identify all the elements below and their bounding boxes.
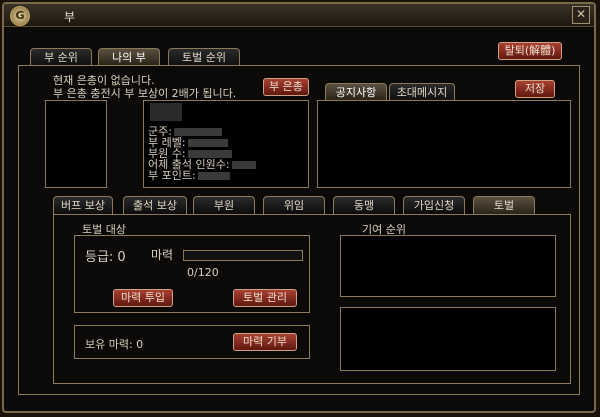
contribution-list-top xyxy=(340,235,556,297)
mana-donate-button[interactable]: 마력 기부 xyxy=(233,333,297,351)
tab-subjugation[interactable]: 토벌 xyxy=(473,196,535,214)
subjugation-manage-button[interactable]: 토벌 관리 xyxy=(233,289,297,307)
mana-value: 0/120 xyxy=(187,266,219,279)
tab-guild-ranking[interactable]: 부 순위 xyxy=(30,48,92,65)
mana-progress-bar xyxy=(183,250,303,261)
guild-grace-button[interactable]: 부 은총 xyxy=(263,78,309,96)
window-title: 부 xyxy=(64,10,76,24)
held-mana-box: 보유 마력: 0 마력 기부 xyxy=(74,325,310,359)
tab-join-requests[interactable]: 가입신청 xyxy=(403,196,465,214)
mana-investment-button[interactable]: 마력 투입 xyxy=(113,289,173,307)
tab-members[interactable]: 부원 xyxy=(193,196,255,214)
save-button[interactable]: 저장 xyxy=(515,80,555,98)
mana-label: 마력 xyxy=(151,248,174,262)
tab-delegation[interactable]: 위임 xyxy=(263,196,325,214)
tab-my-guild[interactable]: 나의 부 xyxy=(98,48,160,65)
tab-buff-reward[interactable]: 버프 보상 xyxy=(53,196,113,214)
contribution-list-bottom xyxy=(340,307,556,371)
window: G 부 ✕ 부 순위 나의 부 토벌 순위 탈퇴(解體) 현재 은총이 없습니다… xyxy=(2,2,596,413)
grade-label: 등급: 0 xyxy=(85,250,126,265)
tab-invite-message[interactable]: 초대메시지 xyxy=(389,83,455,100)
tab-alliance[interactable]: 동맹 xyxy=(333,196,395,214)
guild-emblem-box xyxy=(45,100,107,188)
held-mana-label: 보유 마력: 0 xyxy=(85,338,144,351)
game-logo-icon: G xyxy=(10,6,30,26)
tab-notice[interactable]: 공지사항 xyxy=(325,83,387,100)
guild-name-redacted xyxy=(150,103,182,121)
title-bar: G 부 ✕ xyxy=(4,4,594,27)
notice-text-area[interactable] xyxy=(317,100,571,188)
guild-points-label: 부 포인트: xyxy=(148,167,230,183)
close-icon[interactable]: ✕ xyxy=(572,6,590,24)
subjugation-panel: 토벌 대상 등급: 0 마력 0/120 마력 투입 토벌 관리 보유 마력: … xyxy=(53,214,571,384)
subjugation-target-box: 등급: 0 마력 0/120 마력 투입 토벌 관리 xyxy=(74,235,310,313)
grace-notice-line2: 부 은총 충전시 부 보상이 2배가 됩니다. xyxy=(53,87,237,100)
main-panel: 현재 은총이 없습니다. 부 은총 충전시 부 보상이 2배가 됩니다. 부 은… xyxy=(18,65,580,395)
tab-attendance-reward[interactable]: 출석 보상 xyxy=(123,196,187,214)
leave-guild-button[interactable]: 탈퇴(解體) xyxy=(498,42,562,60)
tab-subjugation-ranking[interactable]: 토벌 순위 xyxy=(168,48,240,65)
guild-info-box: 군주: 부 레벨: 부원 수: 어제 출석 인원수: 부 포인트: xyxy=(143,100,309,188)
